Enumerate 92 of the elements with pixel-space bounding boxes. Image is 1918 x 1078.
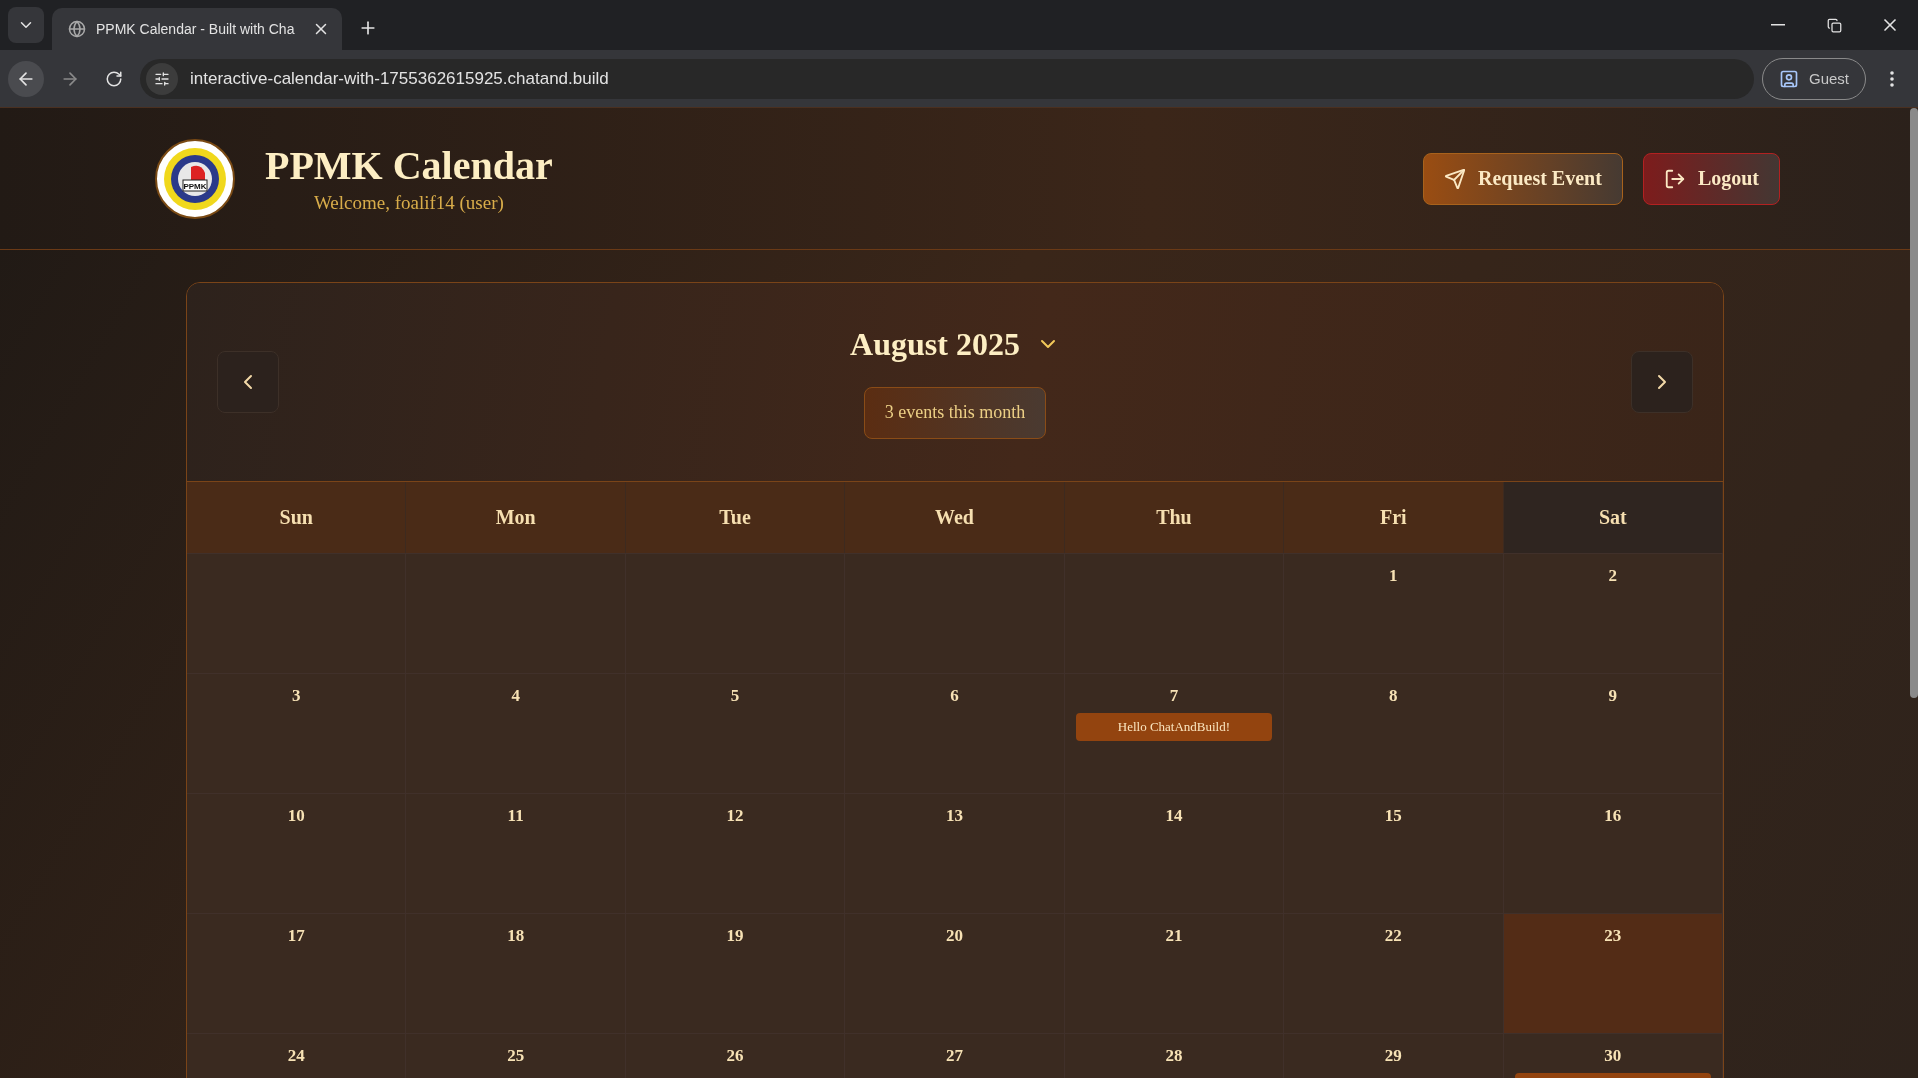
event-count-badge: 3 events this month	[863, 386, 1047, 439]
day-cell[interactable]: 3	[187, 673, 407, 793]
weekday-header: Sun	[187, 482, 407, 553]
day-number: 18	[507, 926, 525, 946]
day-cell[interactable]: 11	[406, 793, 626, 913]
day-number: 11	[507, 806, 524, 826]
day-cell[interactable]: 2	[1503, 553, 1723, 673]
day-cell[interactable]	[187, 553, 407, 673]
day-cell[interactable]: 19	[625, 913, 846, 1033]
day-number: 17	[287, 926, 305, 946]
day-cell[interactable]: 27	[845, 1033, 1065, 1078]
day-number: 9	[1608, 686, 1618, 706]
back-button[interactable]	[8, 60, 44, 97]
day-number: 24	[287, 1046, 305, 1066]
day-number: 28	[1165, 1046, 1183, 1066]
day-cell[interactable]: 7 Hello ChatAndBuild!	[1064, 673, 1285, 793]
day-cell[interactable]: 5	[625, 673, 846, 793]
reload-icon	[105, 69, 123, 88]
day-cell[interactable]: 22	[1284, 913, 1504, 1033]
globe-icon	[68, 20, 86, 38]
day-cell[interactable]: 14	[1064, 793, 1285, 913]
browser-tab[interactable]: PPMK Calendar - Built with Cha	[52, 8, 342, 50]
day-cell[interactable]: 1	[1284, 553, 1504, 673]
weekday-header: Fri	[1284, 482, 1504, 553]
logo-icon: PPMK	[155, 138, 235, 219]
request-event-button[interactable]: Request Event	[1423, 152, 1623, 205]
sliders-icon	[154, 70, 170, 87]
day-cell[interactable]: 13	[845, 793, 1065, 913]
day-cell[interactable]: 23	[1503, 913, 1723, 1033]
event-chip[interactable]: Hello ChatAndBuild!	[1075, 713, 1272, 741]
app-title: PPMK Calendar	[265, 143, 553, 188]
day-number: 6	[950, 686, 959, 706]
day-number: 13	[946, 806, 963, 826]
day-number: 20	[946, 926, 963, 946]
restore-icon	[1826, 17, 1842, 33]
welcome-text: Welcome, foalif14 (user)	[313, 191, 504, 214]
day-cell[interactable]: 30	[1503, 1033, 1723, 1078]
day-number: 27	[946, 1046, 963, 1066]
day-cell[interactable]: 17	[187, 913, 407, 1033]
day-number: 2	[1608, 566, 1618, 586]
day-cell[interactable]: 28	[1064, 1033, 1285, 1078]
send-icon	[1444, 167, 1466, 190]
day-cell[interactable]: 9	[1503, 673, 1723, 793]
day-number: 26	[726, 1046, 744, 1066]
site-settings-button[interactable]	[146, 62, 178, 95]
logout-icon	[1663, 167, 1686, 190]
day-number: 29	[1384, 1046, 1402, 1066]
tab-list-button[interactable]	[8, 7, 44, 43]
day-number: 30	[1604, 1046, 1622, 1066]
tab-title: PPMK Calendar - Built with Cha	[96, 21, 296, 37]
profile-icon	[1778, 68, 1799, 89]
minimize-icon	[1771, 24, 1785, 26]
day-number: 5	[730, 686, 740, 706]
weekday-header: Mon	[406, 482, 626, 553]
day-cell[interactable]: 6	[845, 673, 1065, 793]
day-number: 14	[1165, 806, 1183, 826]
day-number: 15	[1384, 806, 1402, 826]
weekday-header: Tue	[625, 482, 846, 553]
weekday-header: Wed	[845, 482, 1065, 553]
day-number: 7	[1169, 686, 1179, 706]
day-cell[interactable]: 10	[187, 793, 407, 913]
day-cell[interactable]: 21	[1064, 913, 1285, 1033]
day-cell[interactable]: 18	[406, 913, 626, 1033]
day-cell[interactable]: 24	[187, 1033, 407, 1078]
day-number: 16	[1604, 806, 1622, 826]
day-number: 1	[1389, 566, 1398, 586]
day-number: 4	[511, 686, 520, 706]
day-cell[interactable]: 8	[1284, 673, 1504, 793]
more-icon	[1890, 70, 1894, 87]
day-cell[interactable]: 15	[1284, 793, 1504, 913]
day-number: 19	[726, 926, 744, 946]
day-cell[interactable]: 26	[625, 1033, 846, 1078]
scrollbar-thumb[interactable]	[1910, 108, 1918, 698]
day-number: 21	[1165, 926, 1183, 946]
weekday-header: Thu	[1064, 482, 1285, 553]
day-cell[interactable]: 20	[845, 913, 1065, 1033]
logout-button[interactable]: Logout	[1642, 152, 1780, 205]
day-cell[interactable]: 4	[406, 673, 626, 793]
day-number: 8	[1389, 686, 1398, 706]
day-cell[interactable]: 16	[1503, 793, 1723, 913]
day-number: 3	[291, 686, 301, 706]
day-number: 25	[507, 1046, 525, 1066]
day-cell[interactable]: 25	[406, 1033, 626, 1078]
day-cell[interactable]: 12	[625, 793, 846, 913]
day-number: 12	[726, 806, 744, 826]
weekday-header: Sat	[1503, 482, 1723, 553]
url-text[interactable]: interactive-calendar-with-1755362615925.chatand.build	[190, 68, 609, 89]
day-number: 22	[1384, 926, 1402, 946]
day-number: 10	[287, 806, 305, 826]
day-number: 23	[1604, 926, 1622, 946]
day-cell[interactable]: 29	[1284, 1033, 1504, 1078]
month-selector[interactable]: August 2025	[850, 325, 1060, 363]
